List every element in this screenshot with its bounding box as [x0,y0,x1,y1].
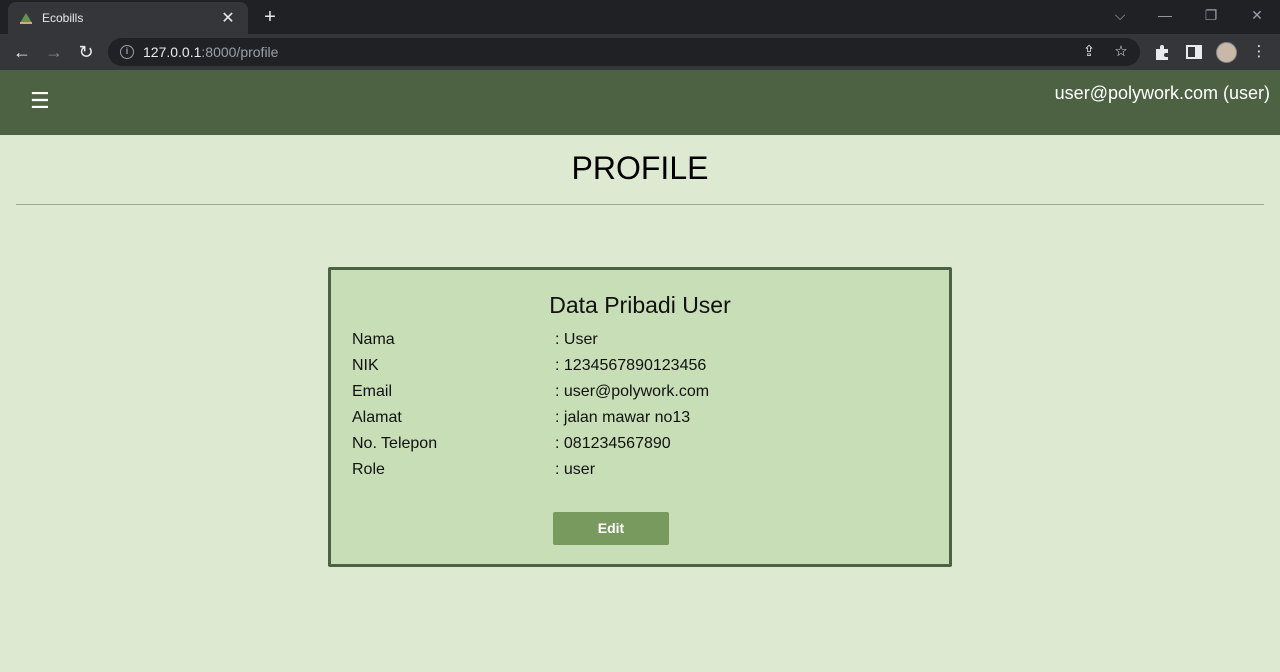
share-icon[interactable]: ⇪ [1080,42,1098,60]
window-close-icon[interactable]: ✕ [1242,5,1272,25]
row-value: : 1234567890123456 [555,357,707,374]
row-value: : 081234567890 [555,435,671,452]
edit-button[interactable]: Edit [553,512,669,545]
browser-tab[interactable]: Ecobills ✕ [8,2,248,34]
address-bar[interactable]: i 127.0.0.1:8000/profile ⇪ ☆ [108,38,1140,66]
profile-row-nik: NIK : 1234567890123456 [352,357,912,381]
row-label: Role [352,461,385,478]
user-label: user@polywork.com (user) [1054,83,1270,103]
sidepanel-icon[interactable] [1184,42,1204,62]
row-label: Alamat [352,409,402,426]
url-path: :8000/profile [201,44,279,60]
hamburger-icon[interactable]: ☰ [30,88,52,114]
profile-row-nama: Nama : User [352,331,912,355]
back-icon[interactable]: ← [10,40,34,64]
row-label: Nama [352,331,395,348]
new-tab-button[interactable]: + [258,5,282,29]
minimize-icon[interactable]: — [1150,5,1180,25]
restore-icon[interactable]: ❐ [1196,5,1226,25]
profile-card: Data Pribadi User Nama : User NIK : 1234… [328,267,952,567]
browser-tabstrip: Ecobills ✕ + ⌵ — ❐ ✕ [0,0,1280,34]
row-label: Email [352,383,393,400]
row-value: : user@polywork.com [555,383,710,400]
puzzle-icon[interactable] [1152,42,1172,62]
profile-row-alamat: Alamat : jalan mawar no13 [352,409,912,433]
row-label: No. Telepon [352,435,438,452]
profile-row-email: Email : user@polywork.com [352,383,912,407]
tab-close-icon[interactable]: ✕ [218,8,238,28]
star-icon[interactable]: ☆ [1112,42,1130,60]
reload-icon[interactable]: ↻ [74,40,98,64]
app-header: ☰ user@polywork.com (user) [0,70,1280,135]
url-host: 127.0.0.1 [143,44,202,60]
profile-row-telepon: No. Telepon : 081234567890 [352,435,912,459]
forward-icon[interactable]: → [42,40,66,64]
app-favicon-icon [20,13,32,24]
row-value: : jalan mawar no13 [555,409,691,426]
page-title: PROFILE [571,150,709,186]
kebab-menu-icon[interactable]: ⋮ [1249,42,1269,62]
browser-toolbar: ← → ↻ i 127.0.0.1:8000/profile ⇪ ☆ ⋮ [0,34,1280,70]
edit-button-label: Edit [597,520,625,536]
row-value: : user [555,461,596,478]
avatar[interactable] [1216,42,1237,63]
divider [16,204,1264,205]
row-value: : User [555,331,598,348]
tab-search-icon[interactable]: ⌵ [1105,5,1135,25]
info-icon[interactable]: i [120,45,134,59]
tab-title: Ecobills [42,11,84,25]
profile-row-role: Role : user [352,461,912,485]
row-label: NIK [352,357,379,374]
card-title: Data Pribadi User [549,292,731,318]
